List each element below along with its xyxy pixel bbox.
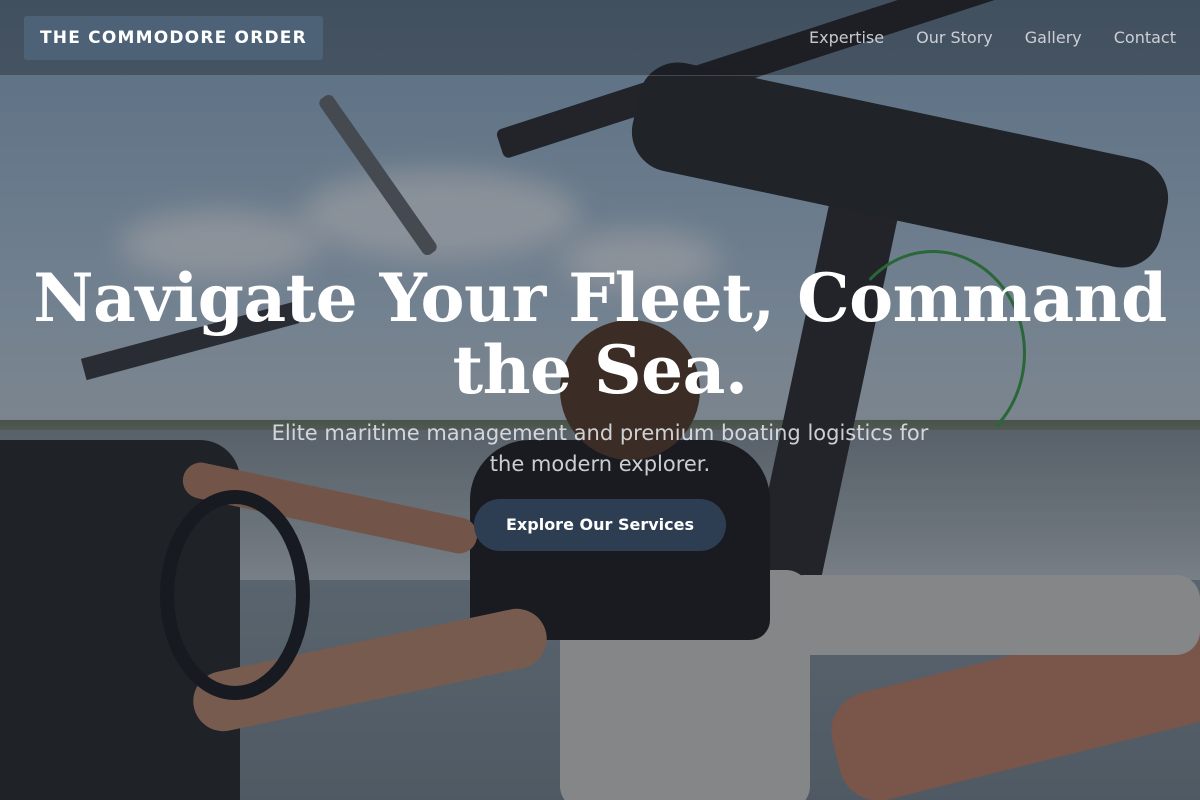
brand-logo[interactable]: THE COMMODORE ORDER	[24, 16, 323, 60]
nav-link-gallery[interactable]: Gallery	[1025, 26, 1082, 50]
hero-headline: Navigate Your Fleet, Command the Sea.	[33, 259, 1167, 409]
explore-services-button[interactable]: Explore Our Services	[474, 499, 726, 551]
site-header: THE COMMODORE ORDER Expertise Our Story …	[0, 0, 1200, 76]
main-nav: Expertise Our Story Gallery Contact	[809, 26, 1176, 50]
hero-section: Navigate Your Fleet, Command the Sea. El…	[0, 262, 1200, 551]
hero-subheadline: Elite maritime management and premium bo…	[271, 421, 929, 476]
landing-page: THE COMMODORE ORDER Expertise Our Story …	[0, 0, 1200, 800]
nav-link-contact[interactable]: Contact	[1114, 26, 1176, 50]
nav-link-our-story[interactable]: Our Story	[916, 26, 993, 50]
nav-link-expertise[interactable]: Expertise	[809, 26, 884, 50]
